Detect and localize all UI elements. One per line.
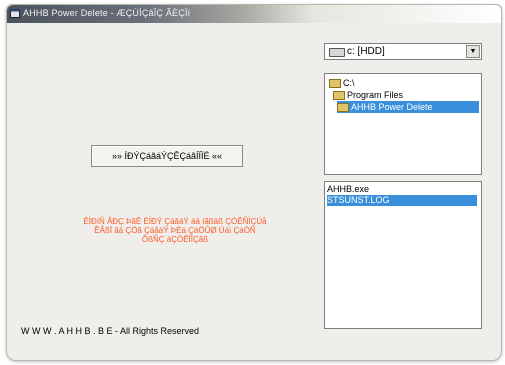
app-window: AHHB Power Delete - ÆÇÚÌÇãÎÇ ÃÈÇÏí c: [H…	[6, 4, 502, 361]
directory-item-label: C:\	[343, 78, 355, 88]
chevron-down-icon[interactable]: ▼	[466, 45, 480, 58]
delete-files-button[interactable]: »» ÍÐÝÇáãáÝÇÊÇáãÍÏÏÉ ««	[91, 145, 243, 167]
warning-line-3: ÔßÑÇ áÇÓÊÎÏÇãß	[141, 235, 209, 244]
app-icon	[10, 9, 20, 18]
directory-item-label: Program Files	[347, 90, 404, 100]
client-area: c: [HDD] ▼ C:\ Program Files AHHB Power …	[7, 23, 501, 360]
drive-select[interactable]: c: [HDD] ▼	[324, 43, 482, 60]
drive-icon	[329, 48, 345, 57]
folder-open-icon	[333, 91, 345, 101]
file-item-ahhb-exe[interactable]: AHHB.exe	[327, 184, 477, 195]
warning-line-1: ÊÍÐíÑ ÅÐÇ ÞãÊ ÈÍÐÝ ÇáãáÝ áä íãßäß ÇÓÊÑÌÇ…	[83, 217, 267, 226]
directory-list[interactable]: C:\ Program Files AHHB Power Delete	[324, 73, 482, 175]
directory-item-root[interactable]: C:\	[329, 77, 355, 89]
directory-item-label: AHHB Power Delete	[351, 102, 433, 112]
file-item-stsunst-log[interactable]: STSUNST.LOG	[327, 195, 477, 206]
directory-item-ahhb-power-delete[interactable]: AHHB Power Delete	[337, 101, 479, 113]
directory-item-program-files[interactable]: Program Files	[333, 89, 403, 101]
warning-line-2: ÊÃßÏ ãä ÇÓã ÇáãáÝ ÞÈá ÇáÖÛØ Úáì ÇáÒÑ	[94, 226, 256, 235]
copyright-footer: W W W . A H H B . B E - All Rights Reser…	[21, 326, 200, 336]
drive-select-value: c: [HDD]	[347, 46, 385, 57]
folder-open-icon	[337, 103, 349, 113]
file-list[interactable]: AHHB.exe STSUNST.LOG	[324, 181, 482, 329]
folder-open-icon	[329, 79, 341, 89]
warning-text: ÊÍÐíÑ ÅÐÇ ÞãÊ ÈÍÐÝ ÇáãáÝ áä íãßäß ÇÓÊÑÌÇ…	[59, 217, 291, 244]
window-title: AHHB Power Delete - ÆÇÚÌÇãÎÇ ÃÈÇÏí	[23, 8, 191, 18]
title-bar[interactable]: AHHB Power Delete - ÆÇÚÌÇãÎÇ ÃÈÇÏí	[7, 5, 501, 23]
